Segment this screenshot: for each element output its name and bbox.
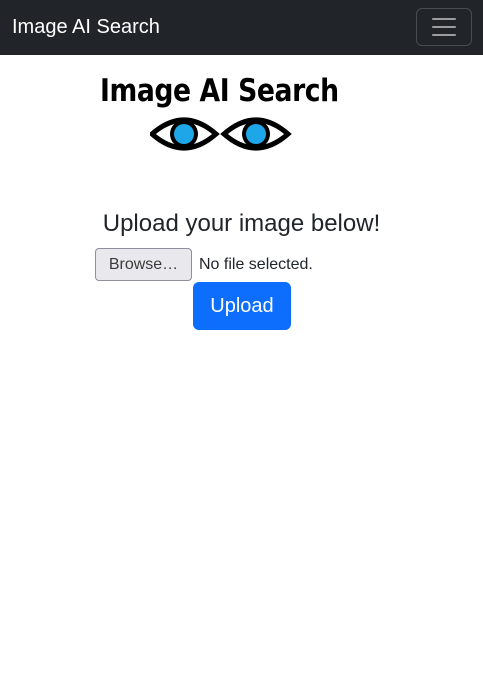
navbar-toggler-button[interactable] bbox=[416, 8, 472, 46]
navbar-brand[interactable]: Image AI Search bbox=[12, 14, 160, 40]
upload-button[interactable]: Upload bbox=[193, 282, 291, 330]
hamburger-menu-icon bbox=[432, 18, 456, 36]
file-status-text: No file selected. bbox=[199, 255, 313, 273]
logo: Image AI Search bbox=[100, 72, 356, 160]
file-input[interactable]: Browse… No file selected. bbox=[95, 248, 313, 281]
browse-button[interactable]: Browse… bbox=[95, 248, 192, 281]
eyes-icon bbox=[150, 117, 292, 151]
upload-heading: Upload your image below! bbox=[102, 210, 381, 237]
navbar: Image AI Search bbox=[0, 0, 483, 55]
logo-text: Image AI Search bbox=[100, 73, 339, 109]
